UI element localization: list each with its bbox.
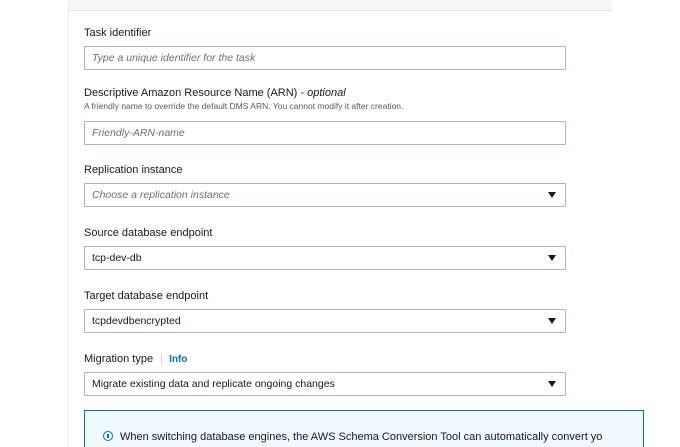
- migration-type-info-link[interactable]: Info: [161, 354, 188, 365]
- info-circle-icon: [103, 431, 113, 441]
- arn-placeholder: Friendly-ARN-name: [92, 127, 185, 139]
- task-identifier-field: Task identifier: [84, 27, 566, 40]
- replication-instance-select[interactable]: Choose a replication instance: [84, 183, 566, 207]
- migration-type-value: Migrate existing data and replicate ongo…: [92, 378, 335, 390]
- target-endpoint-value: tcpdevdbencrypted: [92, 315, 181, 327]
- alert-message: When switching database engines, the AWS…: [120, 431, 603, 443]
- target-endpoint-select[interactable]: tcpdevdbencrypted: [84, 309, 566, 333]
- source-endpoint-value: tcp-dev-db: [92, 252, 142, 264]
- task-identifier-placeholder: Type a unique identifier for the task: [92, 52, 256, 64]
- target-endpoint-field: Target database endpoint: [84, 290, 566, 303]
- source-endpoint-field: Source database endpoint: [84, 227, 566, 240]
- migration-type-field: Migration type Info: [84, 353, 566, 366]
- caret-down-icon: [548, 381, 556, 387]
- migration-type-label: Migration type: [84, 353, 154, 365]
- migration-type-select[interactable]: Migrate existing data and replicate ongo…: [84, 372, 566, 396]
- arn-label: Descriptive Amazon Resource Name (ARN) -…: [84, 87, 566, 100]
- caret-down-icon: [548, 255, 556, 261]
- replication-instance-placeholder: Choose a replication instance: [92, 189, 230, 201]
- task-identifier-label: Task identifier: [84, 27, 152, 39]
- target-endpoint-label: Target database endpoint: [84, 290, 209, 302]
- replication-instance-field: Replication instance: [84, 164, 566, 177]
- replication-instance-label: Replication instance: [84, 164, 183, 176]
- source-endpoint-label: Source database endpoint: [84, 227, 213, 239]
- task-identifier-input[interactable]: Type a unique identifier for the task: [84, 46, 566, 70]
- caret-down-icon: [548, 192, 556, 198]
- previous-section-panel: [68, 0, 612, 11]
- arn-optional-text: - optional: [300, 87, 346, 99]
- migration-type-label-row: Migration type Info: [84, 353, 566, 366]
- arn-description: A friendly name to override the default …: [84, 101, 404, 111]
- create-task-form-page: Task identifier Type a unique identifier…: [0, 0, 680, 447]
- arn-field: Descriptive Amazon Resource Name (ARN) -…: [84, 87, 566, 112]
- caret-down-icon: [548, 318, 556, 324]
- schema-conversion-info-alert: When switching database engines, the AWS…: [84, 410, 644, 447]
- arn-label-text: Descriptive Amazon Resource Name (ARN): [84, 87, 298, 99]
- arn-input[interactable]: Friendly-ARN-name: [84, 121, 566, 145]
- source-endpoint-select[interactable]: tcp-dev-db: [84, 246, 566, 270]
- panel-divider: [68, 0, 69, 447]
